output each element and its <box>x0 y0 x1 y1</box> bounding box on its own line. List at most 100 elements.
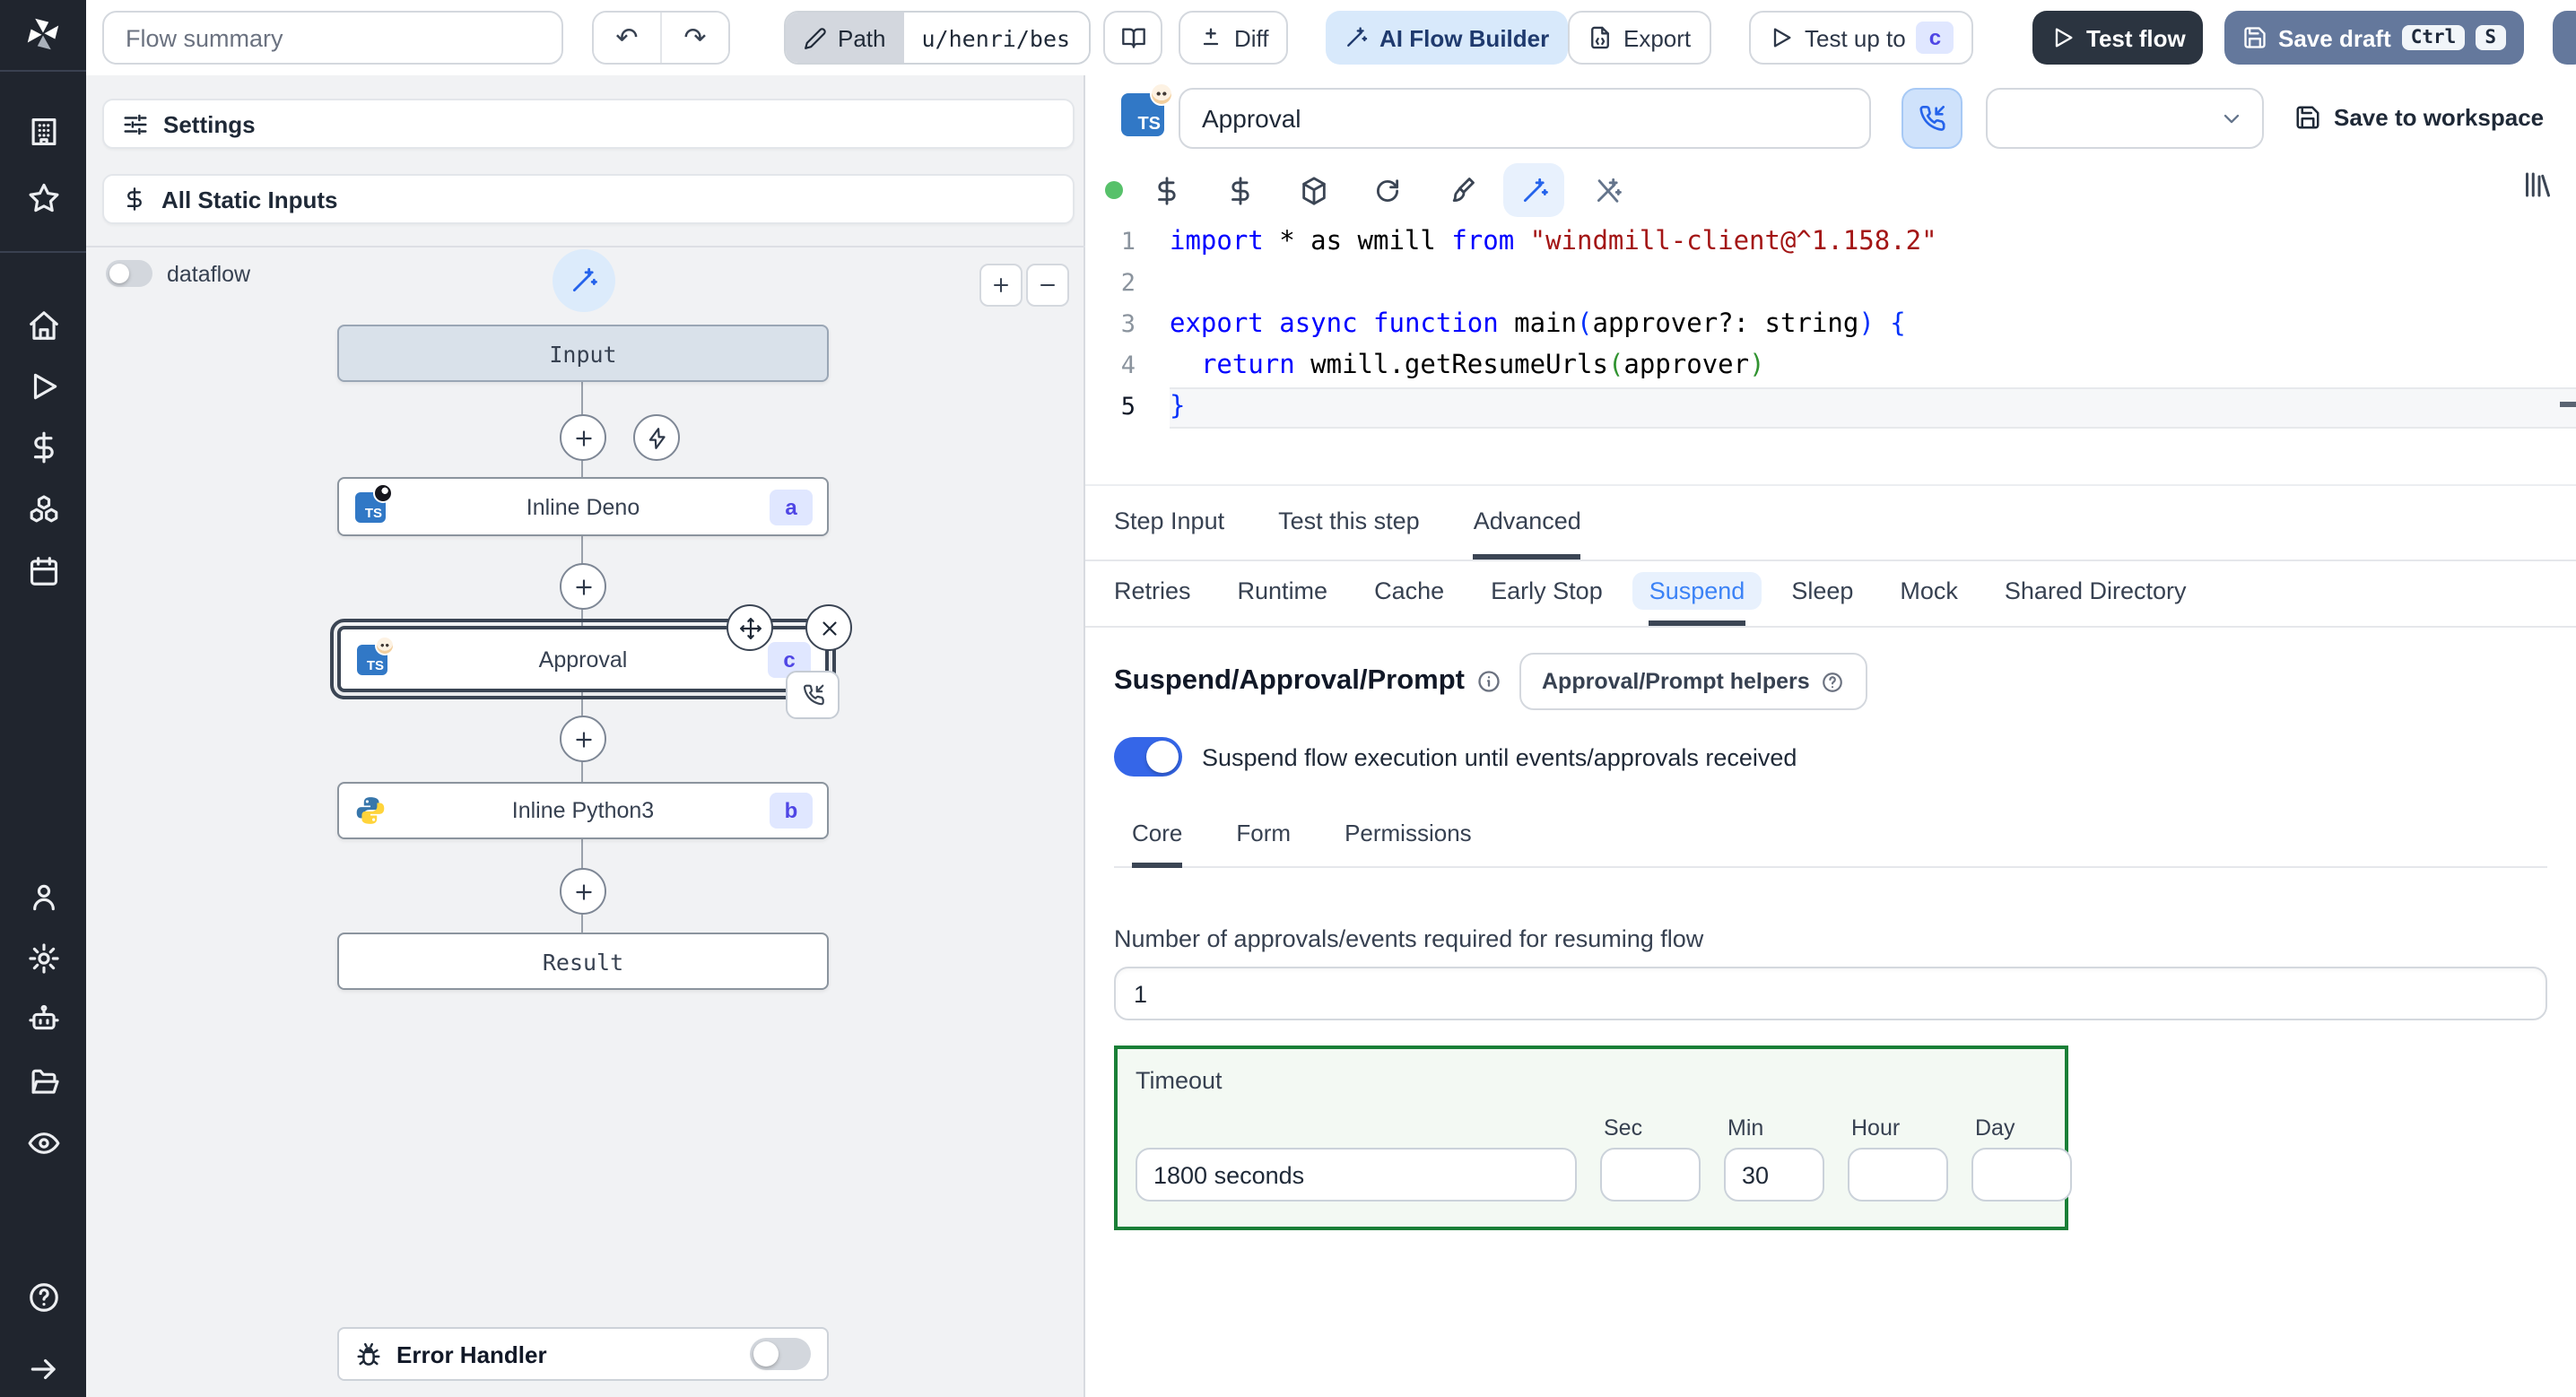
suspend-toggle[interactable] <box>1114 737 1182 777</box>
diff-button[interactable]: Diff <box>1179 11 1289 65</box>
timeout-fieldset: Timeout Sec Min <box>1114 1046 2072 1230</box>
tab-suspend[interactable]: Suspend <box>1632 561 1762 626</box>
node-label: Input <box>549 340 617 367</box>
tab-mock[interactable]: Mock <box>1900 561 1958 626</box>
ai-disable-button[interactable] <box>1577 163 1638 217</box>
undo-button[interactable]: ↶ <box>594 13 660 63</box>
suspend-phone-button[interactable] <box>1902 88 1962 149</box>
tab-step-input[interactable]: Step Input <box>1114 486 1224 560</box>
suspend-toggle-row: Suspend flow execution until events/appr… <box>1114 737 2547 777</box>
timeout-day-input[interactable] <box>1971 1148 2072 1202</box>
flow-summary-input[interactable] <box>102 11 563 65</box>
test-flow-button[interactable]: Test flow <box>2032 11 2204 65</box>
sidebar-item-resources[interactable] <box>0 482 86 538</box>
tab-shared-directory[interactable]: Shared Directory <box>2005 561 2187 626</box>
add-trigger-button[interactable] <box>633 414 680 461</box>
add-variable-button[interactable] <box>1136 163 1197 217</box>
flow-node-input[interactable]: Input <box>337 325 829 382</box>
topbar: ↶ ↷ Path u/henri/bes Diff AI Flow Builde… <box>86 0 2576 77</box>
approvals-count-input[interactable] <box>1114 967 2547 1020</box>
windmill-logo[interactable] <box>0 0 86 70</box>
sidebar-item-settings[interactable] <box>0 930 86 986</box>
undo-redo-group: ↶ ↷ <box>592 11 730 65</box>
add-step-button[interactable] <box>560 563 606 610</box>
tab-form[interactable]: Form <box>1236 805 1291 868</box>
sidebar-item-help[interactable] <box>0 1271 86 1327</box>
reload-button[interactable] <box>1356 163 1417 217</box>
advanced-tabs: Retries Runtime Cache Early Stop Suspend… <box>1085 561 2576 628</box>
step-name-input[interactable] <box>1179 88 1871 149</box>
approval-prompt-helpers-button[interactable]: Approval/Prompt helpers <box>1519 653 1867 710</box>
code-gutter: 12345 <box>1120 228 1136 421</box>
timeout-hour-input[interactable] <box>1848 1148 1948 1202</box>
test-up-to-button[interactable]: Test up to c <box>1749 11 1974 65</box>
save-to-workspace-button[interactable]: Save to workspace <box>2294 75 2544 158</box>
flow-node-result[interactable]: Result <box>337 933 829 990</box>
diff-label: Diff <box>1234 24 1269 51</box>
sidebar-item-favorites[interactable] <box>0 170 86 227</box>
timeout-display-input[interactable] <box>1136 1148 1577 1202</box>
add-resource-button[interactable] <box>1209 163 1270 217</box>
script-version-select[interactable] <box>1986 88 2264 149</box>
flow-node-inline-python3[interactable]: Inline Python3 b <box>337 782 829 839</box>
zoom-out-button[interactable] <box>1026 264 1069 307</box>
error-handler-toggle[interactable] <box>750 1338 811 1370</box>
library-button[interactable] <box>2520 169 2553 201</box>
move-step-button[interactable] <box>727 604 773 651</box>
plus-icon <box>575 883 591 899</box>
redo-button[interactable]: ↷ <box>660 13 728 63</box>
tab-permissions[interactable]: Permissions <box>1345 805 1472 868</box>
tab-runtime[interactable]: Runtime <box>1238 561 1328 626</box>
format-button[interactable] <box>1430 163 1491 217</box>
error-handler-row[interactable]: Error Handler <box>337 1327 829 1381</box>
tab-test-this-step[interactable]: Test this step <box>1278 486 1420 560</box>
add-step-button[interactable] <box>560 414 606 461</box>
ai-flow-builder-button[interactable]: AI Flow Builder <box>1326 11 1568 65</box>
sidebar-item-folders[interactable] <box>0 1054 86 1110</box>
diff-icon <box>1203 28 1219 46</box>
paintbrush-icon <box>1451 177 1474 202</box>
export-button[interactable]: Export <box>1568 11 1711 65</box>
sidebar-item-audit-logs[interactable] <box>0 1115 86 1172</box>
node-label: Approval <box>538 646 628 672</box>
sidebar-item-workers[interactable] <box>0 992 86 1048</box>
add-step-button[interactable] <box>560 868 606 915</box>
minus-icon <box>1040 284 1055 286</box>
flow-node-inline-deno[interactable]: TS Inline Deno a <box>337 477 829 536</box>
tab-retries[interactable]: Retries <box>1114 561 1191 626</box>
package-button[interactable] <box>1283 163 1344 217</box>
sidebar-item-runs[interactable] <box>0 359 86 415</box>
deploy-button-partial[interactable] <box>2553 11 2576 65</box>
dataflow-toggle[interactable] <box>106 260 152 287</box>
ai-graph-wand-button[interactable] <box>553 249 615 312</box>
save-icon <box>2296 105 2319 128</box>
save-draft-button[interactable]: Save draft Ctrl S <box>2224 11 2523 65</box>
sidebar-item-home[interactable] <box>0 297 86 353</box>
sidebar-item-variables[interactable] <box>0 420 86 476</box>
tab-cache[interactable]: Cache <box>1374 561 1444 626</box>
ai-assistant-button[interactable] <box>1503 163 1564 217</box>
sidebar-collapse-button[interactable] <box>0 1341 86 1397</box>
all-static-inputs-label: All Static Inputs <box>161 186 338 213</box>
timeout-sec-input[interactable] <box>1600 1148 1701 1202</box>
tab-early-stop[interactable]: Early Stop <box>1491 561 1603 626</box>
path-button[interactable]: Path u/henri/bes <box>784 11 1091 65</box>
approvals-count-label: Number of approvals/events required for … <box>1114 925 1704 952</box>
tab-advanced[interactable]: Advanced <box>1473 486 1581 560</box>
tab-core[interactable]: Core <box>1132 805 1183 868</box>
all-static-inputs-button[interactable]: All Static Inputs <box>102 174 1075 224</box>
flow-settings-button[interactable]: Settings <box>102 99 1075 149</box>
calendar-icon <box>29 557 57 586</box>
sidebar-item-users[interactable] <box>0 869 86 925</box>
timeout-min-input[interactable] <box>1724 1148 1824 1202</box>
dollar-icon <box>1157 176 1175 204</box>
tab-sleep[interactable]: Sleep <box>1791 561 1853 626</box>
delete-step-button[interactable] <box>805 604 852 651</box>
plus-icon <box>575 731 591 747</box>
add-step-button[interactable] <box>560 716 606 762</box>
docs-button[interactable] <box>1103 11 1162 65</box>
step-editor-panel: TS Save to workspace <box>1085 75 2576 1397</box>
sidebar-item-workspace[interactable] <box>0 103 86 160</box>
sidebar-item-schedules[interactable] <box>0 543 86 600</box>
zoom-in-button[interactable] <box>979 264 1023 307</box>
